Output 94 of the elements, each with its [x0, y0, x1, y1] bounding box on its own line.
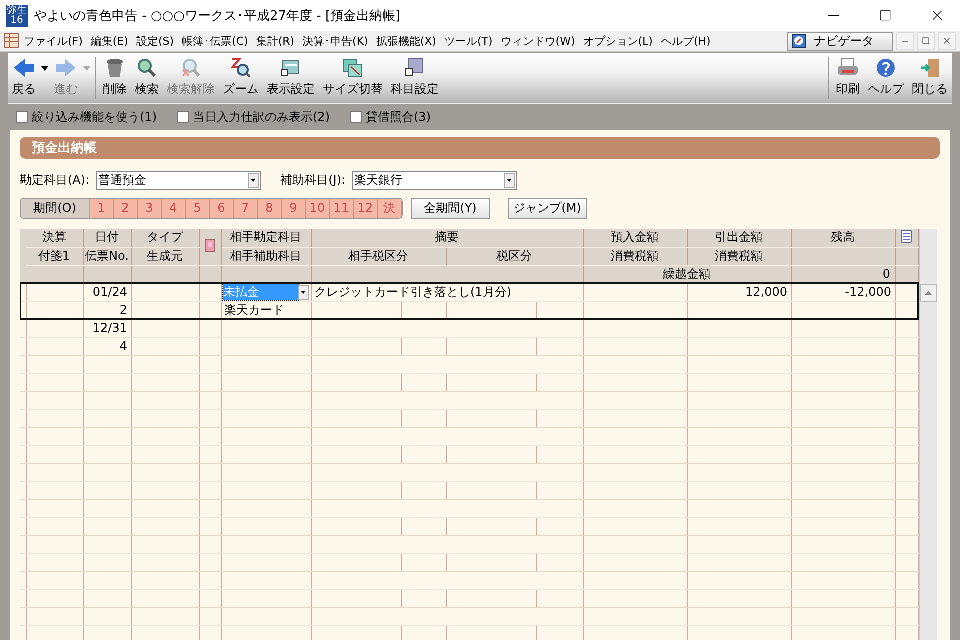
checkbox-label: 絞り込み機能を使う(1) — [32, 108, 157, 126]
panel-title: 預金出納帳 — [20, 137, 940, 159]
account-dropdown[interactable]: 楽天銀行 — [352, 170, 517, 190]
scrollbar[interactable] — [918, 229, 936, 640]
table-cell: -12,000 — [791, 283, 895, 301]
caret-icon — [506, 178, 512, 182]
search-clear-icon — [181, 58, 201, 78]
resize-icon — [343, 58, 363, 78]
period-button[interactable]: 期間(O) — [21, 198, 90, 218]
memo-icon — [901, 229, 912, 244]
column-header: 決算 — [26, 229, 83, 247]
trash-can-icon — [106, 58, 124, 78]
book-icon — [205, 238, 215, 252]
toolbar-button[interactable]: 閉じる — [908, 53, 952, 103]
column-header: 消費税額 — [583, 247, 687, 265]
exit-door-icon — [920, 58, 940, 78]
column-header: 預入金額 — [583, 229, 687, 247]
toolbar-button[interactable]: 表示設定 — [263, 53, 319, 103]
column-header: 生成元 — [131, 247, 199, 265]
column-header: タイプ — [131, 229, 199, 247]
caret-icon — [250, 178, 256, 182]
menu-item[interactable]: 拡張機能(X) — [372, 31, 440, 51]
account-dropdown[interactable]: 普通預金 — [96, 170, 261, 190]
entry[interactable]: 12/31 4 — [20, 319, 918, 355]
column-header: 伝票No. — [83, 247, 131, 265]
right-arrow-icon — [55, 58, 77, 78]
selected-entry[interactable]: 01/24 未払金 クレジットカード引き落とし(1月分) 12,000 -12,000 2 楽天カード — [20, 283, 918, 319]
checkbox[interactable] — [16, 111, 28, 123]
checkbox-label: 当日入力仕訳のみ表示(2) — [193, 108, 330, 126]
menu-item[interactable]: ツール(T) — [440, 31, 497, 51]
caret-icon — [83, 66, 91, 71]
field-label: 勘定科目(A): — [20, 172, 90, 188]
menu-item[interactable]: 帳簿･伝票(C) — [178, 31, 252, 51]
navigator-button[interactable]: ナビゲータ — [787, 32, 893, 50]
caret-icon — [300, 290, 306, 294]
menu-item[interactable]: ヘルプ(H) — [656, 31, 715, 51]
checkbox[interactable] — [350, 111, 362, 123]
app-logo: 弥生 16 — [6, 4, 28, 26]
compass-icon — [792, 34, 806, 48]
period-action-button[interactable]: ジャンプ(M) — [508, 198, 587, 218]
menu-item[interactable]: オプション(L) — [579, 31, 657, 51]
column-header: 付箋1 — [26, 247, 83, 265]
restore-icon — [922, 37, 930, 45]
close-icon — [942, 36, 952, 46]
toolbar-button[interactable]: ヘルプ — [864, 53, 908, 103]
maximize-icon — [878, 9, 892, 22]
column-header: 消費税額 — [687, 247, 791, 265]
table-cell: 01/24 — [83, 283, 131, 301]
table-cell: 4 — [83, 337, 131, 355]
account-settings-icon — [405, 58, 425, 78]
column-header: 残高 — [791, 229, 895, 247]
column-header: 税区分 — [446, 247, 583, 265]
mdi-close-button[interactable] — [938, 32, 956, 50]
table-cell: 12,000 — [687, 283, 791, 301]
window-settings-icon — [281, 58, 301, 78]
ledger-icon — [4, 33, 20, 49]
field-label: 補助科目(J): — [280, 172, 346, 188]
column-header: 摘要 — [311, 229, 583, 247]
column-header: 引出金額 — [687, 229, 791, 247]
menu-item[interactable]: 集計(R) — [252, 31, 299, 51]
toolbar-button[interactable]: 削除 — [99, 53, 131, 103]
printer-icon — [837, 58, 859, 78]
toolbar-button[interactable]: 印刷 — [832, 53, 864, 103]
up-arrow-icon — [924, 291, 932, 295]
toolbar-button[interactable]: ズーム — [219, 53, 263, 103]
menu-item[interactable]: 編集(E) — [86, 31, 132, 51]
menu-item[interactable]: ウィンドウ(W) — [496, 31, 580, 51]
table-cell: 12/31 — [83, 319, 131, 337]
toolbar-button[interactable]: 戻る — [8, 53, 50, 103]
menu-item[interactable]: 決算･申告(K) — [298, 31, 372, 51]
checkbox-label: 貸借照合(3) — [366, 108, 431, 126]
toolbar-button[interactable]: 科目設定 — [387, 53, 443, 103]
column-header: 相手税区分 — [311, 247, 446, 265]
table-cell: 2 — [83, 301, 131, 319]
caret-icon — [41, 66, 49, 71]
toolbar-button[interactable]: サイズ切替 — [319, 53, 387, 103]
column-header: 日付 — [83, 229, 131, 247]
help-icon — [876, 58, 896, 78]
search-icon — [137, 58, 157, 78]
menu-item[interactable]: ファイル(F) — [20, 31, 87, 51]
zoom-icon — [231, 58, 251, 78]
window-title: やよいの青色申告 - ○○○ワークス･平成27年度 - [預金出納帳] — [34, 8, 402, 24]
mdi-restore-button[interactable] — [917, 32, 935, 50]
toolbar-button[interactable]: 検索 — [131, 53, 163, 103]
checkbox[interactable] — [177, 111, 189, 123]
scroll-up-button[interactable] — [920, 284, 936, 302]
left-arrow-icon — [13, 58, 35, 78]
column-header: 相手補助科目 — [221, 247, 311, 265]
column-header: 相手勘定科目 — [221, 229, 311, 247]
table-cell: 楽天カード — [221, 301, 311, 319]
minimize-icon — [828, 15, 838, 16]
menu-item[interactable]: 設定(S) — [132, 31, 178, 51]
period-action-button[interactable]: 全期間(Y) — [411, 198, 490, 218]
table-cell: クレジットカード引き落とし(1月分) — [311, 283, 583, 301]
